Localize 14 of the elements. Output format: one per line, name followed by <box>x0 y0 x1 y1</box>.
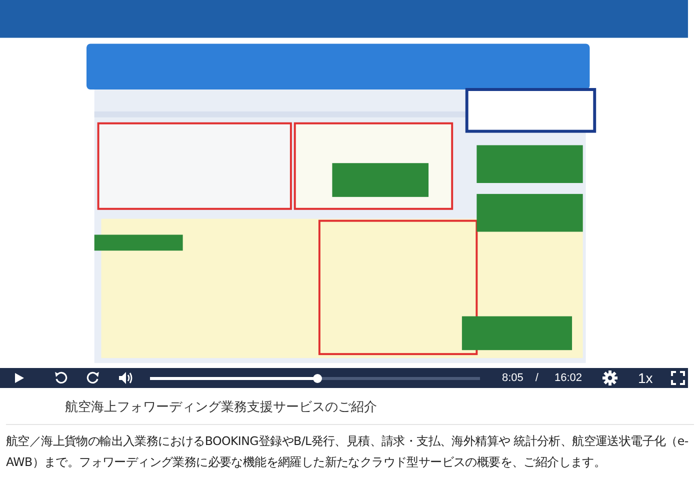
volume-icon[interactable] <box>118 371 134 385</box>
play-icon[interactable] <box>12 371 26 385</box>
time-separator: / <box>535 372 538 384</box>
fullscreen-icon[interactable] <box>670 371 685 385</box>
video-description: 航空／海上貨物の輸出入業務におけるBOOKING登録やB/L発行、見積、請求・支払、海外精算や 統計分析、航空運送状電子化（e-AWB）まで。フォワーディング業務に必要な機能を網羅した新たなクラウド型サービスの概要を、ご紹介します。 <box>6 433 690 471</box>
forward-icon[interactable] <box>86 371 100 385</box>
rewind-icon[interactable] <box>54 371 68 385</box>
duration: 16:02 <box>554 372 582 384</box>
settings-icon[interactable] <box>602 370 618 386</box>
video-title: 航空海上フォワーディング業務支援サービスのご紹介 <box>64 399 378 417</box>
progress-track[interactable] <box>150 376 480 380</box>
progress-handle[interactable] <box>312 374 322 382</box>
current-time: 8:05 <box>502 372 524 384</box>
speed-button[interactable]: 1x <box>638 370 653 386</box>
